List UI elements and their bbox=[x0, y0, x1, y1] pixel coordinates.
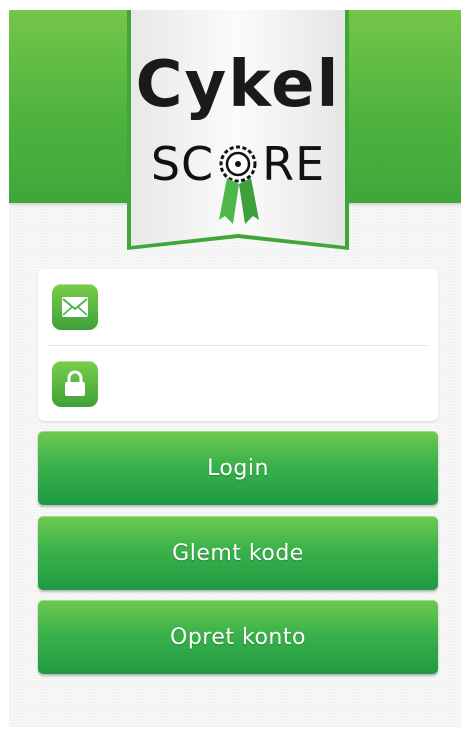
logo-score-left: SC bbox=[150, 137, 215, 191]
email-input[interactable] bbox=[110, 285, 426, 328]
login-screen: Cykel SC RE Login Glemt kode Opret konto bbox=[9, 10, 461, 727]
logo-score-right: RE bbox=[262, 137, 326, 191]
ribbon-icon bbox=[219, 178, 259, 224]
email-field bbox=[38, 269, 438, 344]
password-input[interactable] bbox=[110, 362, 426, 405]
envelope-icon bbox=[52, 283, 98, 330]
logo-word-cykel: Cykel bbox=[135, 48, 341, 122]
login-form bbox=[38, 269, 438, 421]
app-logo: Cykel SC RE bbox=[127, 10, 349, 250]
login-button[interactable]: Login bbox=[38, 431, 438, 505]
forgot-password-button[interactable]: Glemt kode bbox=[38, 516, 438, 590]
create-account-button[interactable]: Opret konto bbox=[38, 600, 438, 674]
lock-icon bbox=[52, 360, 98, 407]
password-field bbox=[38, 346, 438, 421]
